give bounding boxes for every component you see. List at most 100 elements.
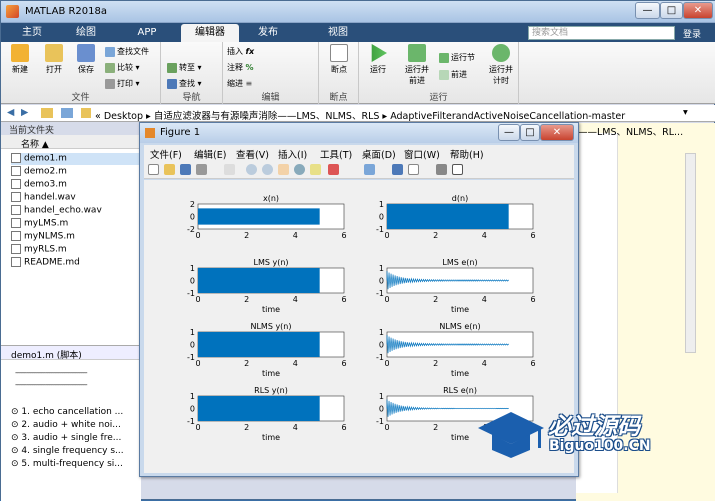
signal-trace	[198, 208, 320, 225]
editor-scrollbar[interactable]	[685, 153, 696, 353]
file-item[interactable]: handel_echo.wav	[11, 205, 139, 217]
new-figure-icon[interactable]	[148, 164, 159, 175]
plot-title: d(n)	[452, 194, 468, 203]
ribbon-section-run: 运行 运行并 前进 运行节 前进 运行并 计时 运行	[359, 42, 519, 104]
menu-help[interactable]: 帮助(H)	[450, 147, 484, 161]
link-icon[interactable]	[364, 164, 375, 175]
pan-icon[interactable]	[278, 164, 289, 175]
section-item[interactable]: ⊙ 5. multi-frequency si...	[11, 459, 123, 469]
file-item[interactable]: demo1.m	[11, 153, 139, 165]
comment-button[interactable]: 注释 %	[227, 61, 254, 74]
address-bar[interactable]: ◀ ▶ « Desktop ▸ 自适应滤波器与有源噪声消除——LMS、NLMS、…	[1, 105, 715, 122]
section-item[interactable]: ⊙ 4. single frequency s...	[11, 446, 124, 456]
section-label: 4. single frequency s...	[21, 446, 124, 456]
comment-label: 注释	[227, 63, 243, 72]
y-tick-label: -1	[376, 289, 384, 298]
new-button[interactable]: 新建	[7, 44, 33, 75]
path-dropdown-icon[interactable]: ▾	[683, 107, 688, 118]
editor-path: ——LMS、NLMS、RL...	[578, 127, 684, 138]
find-button[interactable]: 查找 ▾	[167, 77, 202, 90]
figure-close-button[interactable]: ✕	[540, 124, 574, 141]
file-item[interactable]: myNLMS.m	[11, 231, 139, 243]
menu-insert[interactable]: 插入(I)	[278, 147, 307, 161]
menu-desktop[interactable]: 桌面(D)	[362, 147, 396, 161]
figure-maximize-button[interactable]: □	[520, 124, 540, 141]
login-link[interactable]: 登录	[683, 27, 701, 40]
open-button[interactable]: 打开	[41, 44, 67, 75]
menu-view[interactable]: 查看(V)	[236, 147, 269, 161]
rotate-icon[interactable]	[294, 164, 305, 175]
details-header[interactable]: demo1.m (脚本)	[1, 345, 141, 361]
back-icon[interactable]: ◀	[7, 107, 14, 118]
run-button[interactable]: 运行	[365, 44, 391, 75]
tab-plots[interactable]: 绘图	[65, 24, 107, 42]
insert-button[interactable]: 插入 fx	[227, 45, 254, 58]
current-path[interactable]: « Desktop ▸ 自适应滤波器与有源噪声消除——LMS、NLMS、RLS …	[95, 108, 625, 122]
indent-button[interactable]: 缩进 ≡	[227, 77, 252, 90]
menu-edit[interactable]: 编辑(E)	[194, 147, 226, 161]
legend-icon[interactable]	[408, 164, 419, 175]
hide-plot-tools-icon[interactable]	[436, 164, 447, 175]
file-item[interactable]: handel.wav	[11, 192, 139, 204]
file-item[interactable]: myRLS.m	[11, 244, 139, 256]
breakpoints-button[interactable]: 断点	[326, 44, 352, 75]
forward-icon[interactable]: ▶	[21, 107, 28, 118]
zoom-in-icon[interactable]	[246, 164, 257, 175]
x-tick-label: 6	[341, 359, 346, 368]
goto-button[interactable]: 转至 ▾	[167, 61, 202, 74]
find-files-button[interactable]: 查找文件	[105, 45, 149, 58]
print-button[interactable]: 打印 ▾	[105, 77, 140, 90]
tab-view[interactable]: 视图	[317, 24, 359, 42]
nav-section-caption: 导航	[182, 93, 201, 103]
file-item[interactable]: demo3.m	[11, 179, 139, 191]
pointer-icon[interactable]	[224, 164, 235, 175]
colorbar-icon[interactable]	[392, 164, 403, 175]
tab-home[interactable]: 主页	[11, 24, 53, 42]
run-label: 运行	[370, 65, 386, 74]
watermark: 必过源码 Biguo100.CN	[476, 406, 686, 461]
run-advance-button[interactable]: 运行并 前进	[401, 44, 433, 86]
search-input[interactable]: 搜索文档	[528, 26, 675, 40]
tab-apps[interactable]: APP	[125, 24, 169, 42]
file-item[interactable]: myLMS.m	[11, 218, 139, 230]
up-folder-icon[interactable]	[41, 108, 53, 118]
show-plot-tools-icon[interactable]	[452, 164, 463, 175]
figure-minimize-button[interactable]: —	[498, 124, 520, 141]
run-time-button[interactable]: 运行并 计时	[485, 44, 517, 86]
m-file-icon	[11, 231, 21, 241]
maximize-button[interactable]: □	[660, 2, 683, 19]
stopwatch-icon	[492, 44, 510, 62]
close-button[interactable]: ✕	[683, 2, 713, 19]
tab-publish[interactable]: 发布	[247, 24, 289, 42]
signal-trace	[387, 204, 509, 229]
save-button[interactable]: 保存	[73, 44, 99, 75]
print-icon[interactable]	[196, 164, 207, 175]
advance-button[interactable]: 前进	[439, 68, 467, 81]
x-tick-label: 4	[293, 423, 298, 432]
file-item[interactable]: demo2.m	[11, 166, 139, 178]
menu-window[interactable]: 窗口(W)	[404, 147, 440, 161]
tab-editor[interactable]: 编辑器	[181, 24, 239, 42]
menu-tools[interactable]: 工具(T)	[320, 147, 352, 161]
zoom-out-icon[interactable]	[262, 164, 273, 175]
section-icon: ⊙	[11, 446, 22, 456]
name-column-header[interactable]: 名称 ▲	[1, 135, 141, 150]
file-item[interactable]: README.md	[11, 257, 139, 269]
separator-line: --------------------------------------	[15, 368, 88, 377]
menu-file[interactable]: 文件(F)	[150, 147, 182, 161]
browse-icon[interactable]	[61, 108, 73, 118]
section-item[interactable]: ⊙ 1. echo cancellation ...	[11, 407, 123, 417]
data-cursor-icon[interactable]	[310, 164, 321, 175]
section-item[interactable]: ⊙ 3. audio + single fre...	[11, 433, 121, 443]
compare-icon	[105, 62, 115, 73]
x-tick-label: 6	[341, 295, 346, 304]
compare-button[interactable]: 比较 ▾	[105, 61, 140, 74]
plot-title: x(n)	[263, 194, 279, 203]
section-item[interactable]: ⊙ 2. audio + white noi...	[11, 420, 121, 430]
minimize-button[interactable]: —	[635, 2, 660, 19]
run-section-button[interactable]: 运行节	[439, 51, 475, 64]
save-icon[interactable]	[180, 164, 191, 175]
brush-icon[interactable]	[328, 164, 339, 175]
open-icon[interactable]	[164, 164, 175, 175]
plot-title: NLMS y(n)	[250, 322, 291, 331]
